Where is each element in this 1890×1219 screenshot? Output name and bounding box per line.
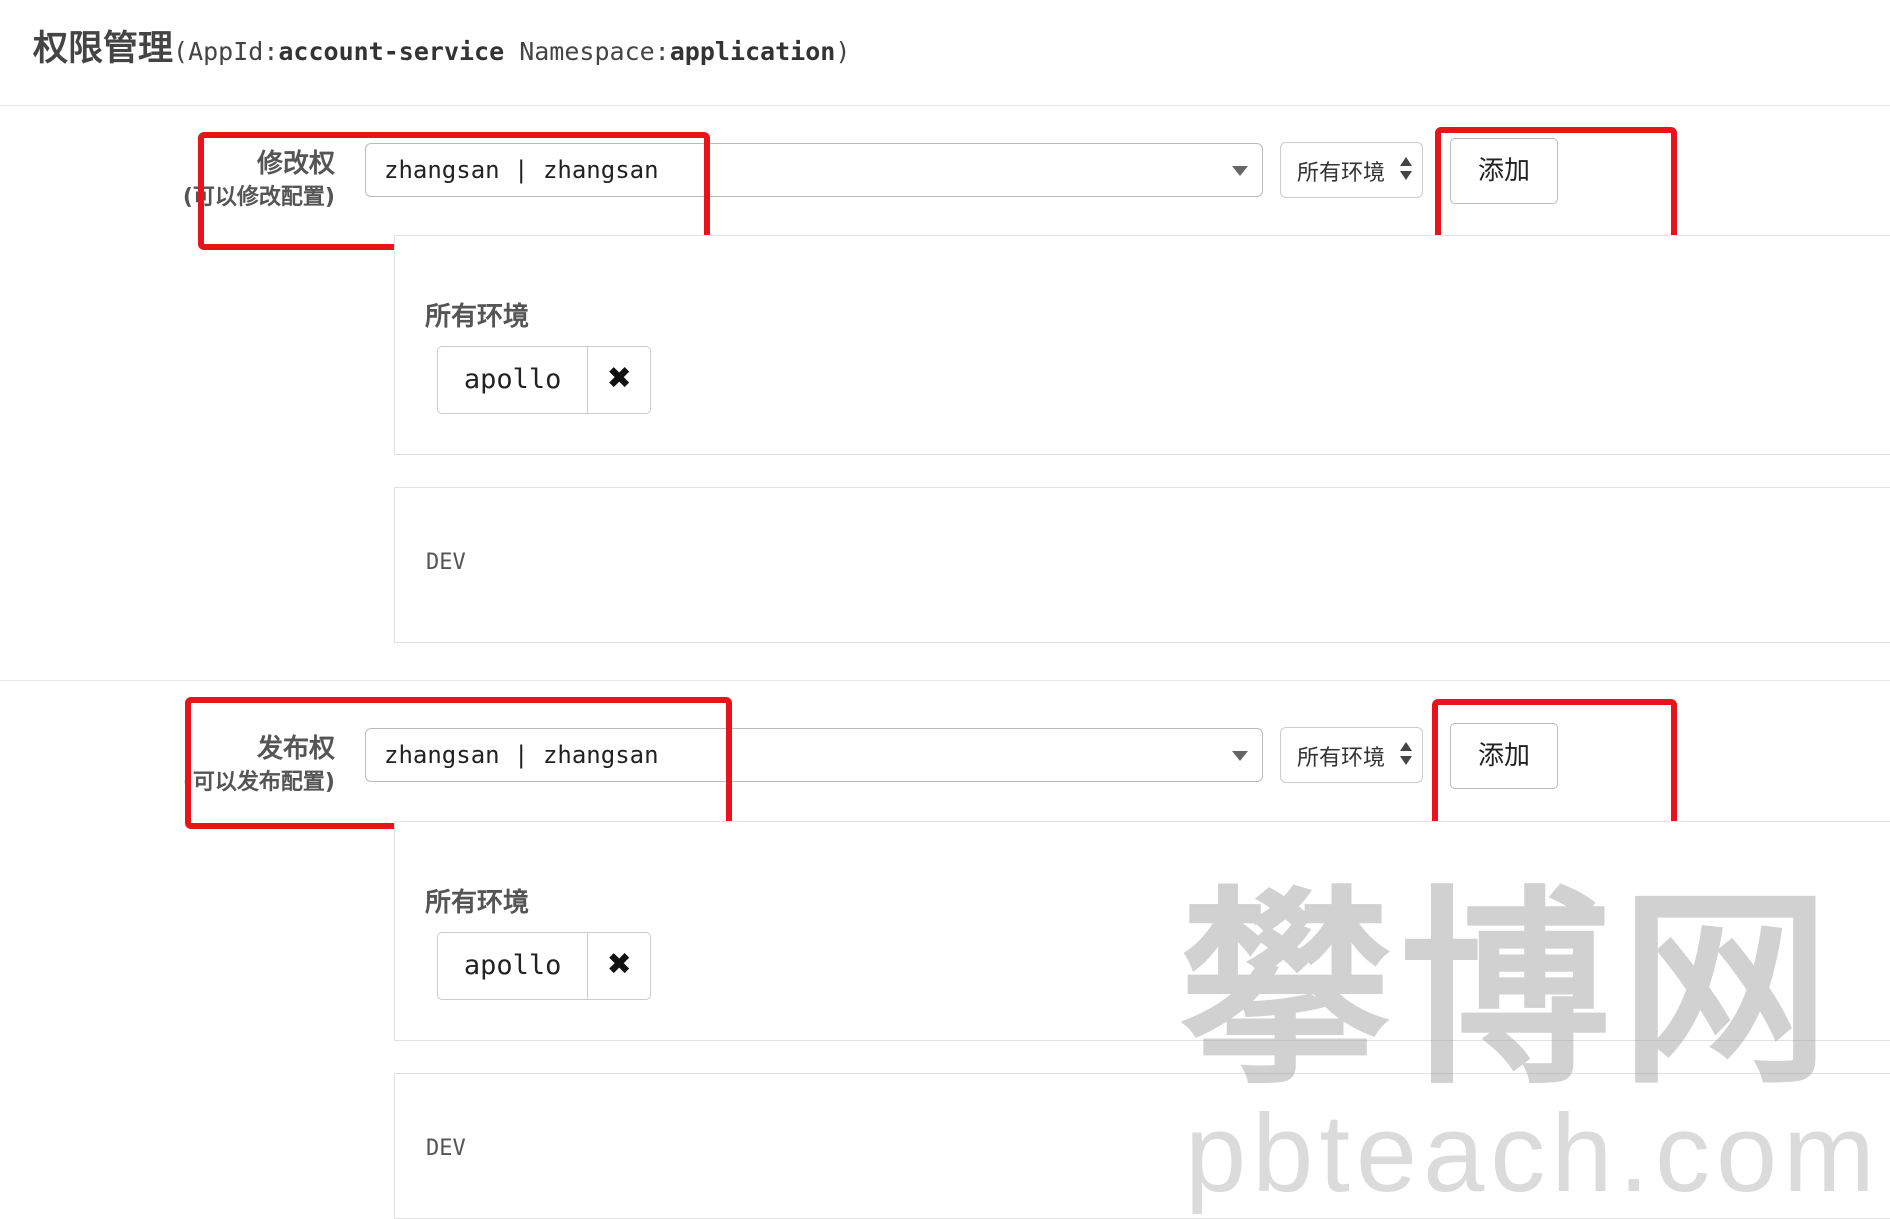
title-meta: (AppId:account-service Namespace:applica… — [173, 37, 850, 66]
meta-namespace-label: Namespace: — [504, 37, 670, 66]
permission-label: 发布权 (可以发布配置) — [150, 732, 335, 798]
env-select-value: 所有环境 — [1297, 746, 1386, 771]
namespace-value: application — [669, 37, 836, 66]
chevron-down-icon — [1232, 166, 1248, 176]
env-code: DEV — [426, 1136, 466, 1161]
page-header: 权限管理(AppId:account-service Namespace:app… — [0, 0, 1890, 106]
permission-name: 修改权 — [256, 149, 335, 179]
user-select[interactable]: zhangsan | zhangsan — [365, 728, 1263, 782]
env-panel: DEV — [394, 1073, 1890, 1219]
add-button[interactable]: 添加 — [1450, 138, 1558, 204]
chevron-down-icon — [1232, 751, 1248, 761]
permission-description: (可以发布配置) — [182, 770, 335, 795]
page-title-text: 权限管理 — [33, 29, 174, 69]
permission-label: 修改权 (可以修改配置) — [150, 147, 335, 213]
user-tag: apollo ✖ — [437, 346, 651, 414]
meta-close: ) — [835, 37, 851, 66]
user-tag-name: apollo — [438, 933, 589, 999]
env-select[interactable]: 所有环境 — [1280, 142, 1423, 198]
permission-section-release: 发布权 (可以发布配置) zhangsan | zhangsan 所有环境 添加… — [0, 680, 1890, 1219]
env-panel: DEV — [394, 487, 1890, 643]
app-id-value: account-service — [278, 37, 505, 66]
close-icon[interactable]: ✖ — [588, 933, 650, 999]
env-heading: 所有环境 — [425, 888, 530, 918]
user-select-value: zhangsan | zhangsan — [384, 156, 659, 184]
env-code: DEV — [426, 550, 466, 575]
add-button[interactable]: 添加 — [1450, 723, 1558, 789]
sort-arrows-icon — [1400, 742, 1412, 768]
assigned-users-panel: 所有环境 apollo ✖ — [394, 235, 1890, 455]
user-tag: apollo ✖ — [437, 932, 651, 1000]
env-select[interactable]: 所有环境 — [1280, 727, 1423, 783]
sort-arrows-icon — [1400, 157, 1412, 183]
user-select-value: zhangsan | zhangsan — [384, 741, 659, 769]
page-title: 权限管理(AppId:account-service Namespace:app… — [33, 20, 850, 71]
user-tag-name: apollo — [438, 347, 589, 413]
user-select[interactable]: zhangsan | zhangsan — [365, 143, 1263, 197]
assigned-users-panel: 所有环境 apollo ✖ — [394, 821, 1890, 1041]
permission-description: (可以修改配置) — [182, 185, 335, 210]
meta-appid-label: (AppId: — [173, 37, 279, 66]
permission-section-modify: 修改权 (可以修改配置) zhangsan | zhangsan 所有环境 添加… — [0, 105, 1890, 680]
env-select-value: 所有环境 — [1297, 161, 1386, 186]
env-heading: 所有环境 — [425, 302, 530, 332]
permission-name: 发布权 — [256, 734, 335, 764]
close-icon[interactable]: ✖ — [588, 347, 650, 413]
